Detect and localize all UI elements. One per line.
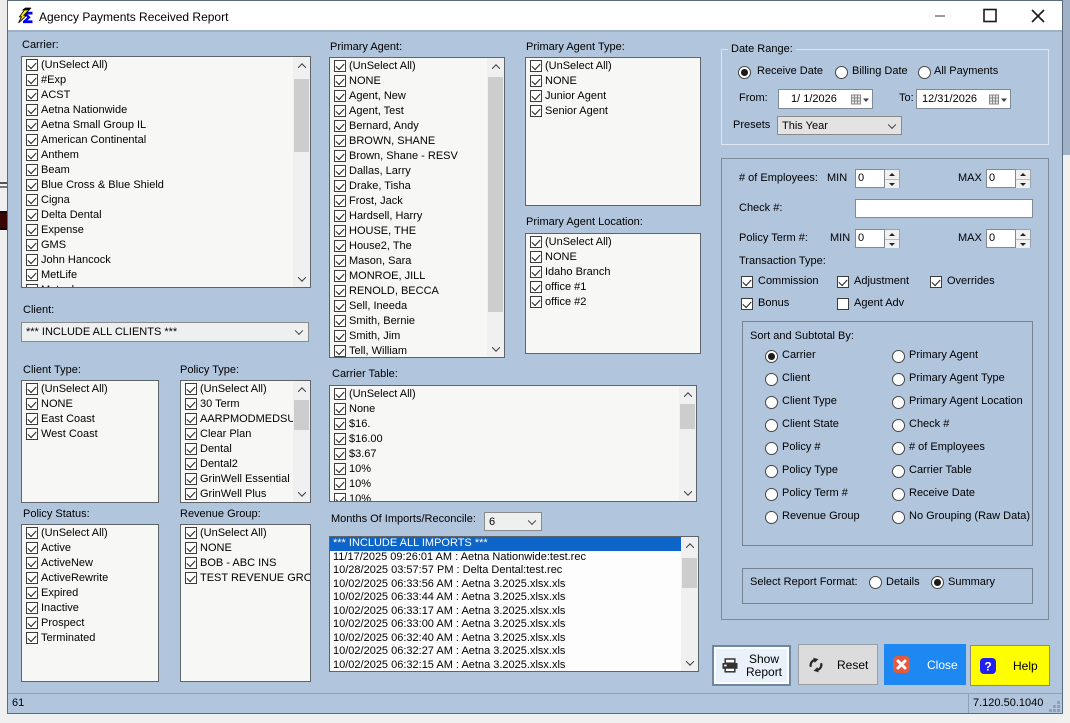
svg-text:?: ? <box>984 659 991 673</box>
